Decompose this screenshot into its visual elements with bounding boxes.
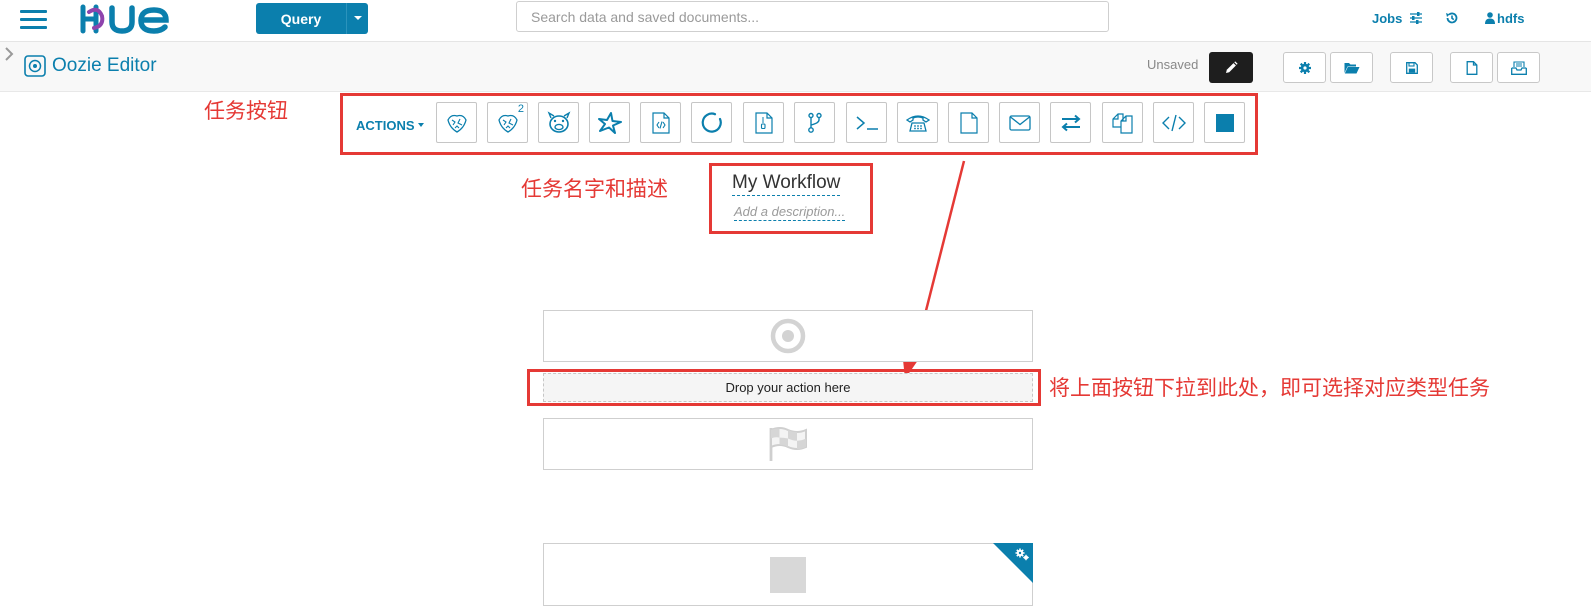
new-document-button[interactable] (1450, 52, 1493, 83)
save-status: Unsaved (1147, 57, 1199, 72)
action-hive[interactable] (436, 102, 477, 143)
inbox-upload-icon (1510, 60, 1527, 75)
start-node[interactable] (543, 310, 1033, 362)
hive-icon (446, 114, 467, 133)
search-input[interactable] (516, 1, 1109, 32)
terminal-icon (856, 115, 878, 130)
workflow-description-field[interactable]: Add a description... (734, 204, 846, 221)
action-subworkflow[interactable] (691, 102, 732, 143)
annotation-name-description: 任务名字和描述 (521, 177, 668, 201)
action-java[interactable] (640, 102, 681, 143)
hive2-icon (497, 114, 518, 133)
settings-button[interactable] (1283, 52, 1326, 83)
hue-logo[interactable] (80, 2, 180, 36)
action-hive2[interactable]: 2 (487, 102, 528, 143)
action-email[interactable] (999, 102, 1040, 143)
edit-button[interactable] (1209, 52, 1253, 83)
pencil-icon (1226, 60, 1238, 73)
action-pig[interactable] (538, 102, 579, 143)
floppy-disk-icon (1405, 61, 1418, 74)
phone-icon (905, 114, 930, 132)
caret-down-icon[interactable] (418, 123, 424, 127)
user-menu[interactable]: hdfs (1497, 11, 1524, 26)
copy-files-icon (1111, 112, 1133, 134)
page-title: Oozie Editor (52, 55, 157, 76)
action-distcp[interactable] (1102, 102, 1143, 143)
spark-icon (597, 111, 622, 134)
action-fork[interactable] (794, 102, 835, 143)
envelope-icon (1008, 114, 1031, 131)
chevron-right-icon[interactable] (4, 47, 14, 61)
start-target-icon (770, 318, 806, 354)
file-icon (1466, 60, 1477, 75)
action-sqoop[interactable] (743, 102, 784, 143)
subworkflow-icon (701, 112, 722, 133)
hamburger-menu-icon[interactable] (20, 9, 48, 31)
hive2-superscript: 2 (517, 103, 524, 115)
code-fork-icon (807, 112, 822, 133)
jobs-link[interactable]: Jobs (1372, 11, 1402, 26)
action-shell[interactable] (846, 102, 887, 143)
action-dropzone[interactable]: Drop your action here (543, 373, 1033, 402)
exchange-arrows-icon (1060, 114, 1081, 131)
action-hdfs-fs[interactable] (948, 102, 989, 143)
kill-node[interactable] (543, 543, 1033, 606)
import-button[interactable] (1497, 52, 1540, 83)
stop-square-icon (1215, 113, 1234, 132)
sliders-icon[interactable] (1410, 12, 1422, 24)
sqoop-file-icon (754, 111, 773, 134)
node-settings-corner[interactable] (993, 543, 1033, 583)
history-icon[interactable] (1445, 11, 1459, 25)
top-navbar: Query Jobs hdfs (0, 0, 1591, 42)
kill-square-icon (770, 556, 806, 593)
java-file-icon (651, 111, 670, 134)
pig-icon (547, 110, 570, 133)
query-dropdown-caret[interactable] (346, 3, 368, 34)
actions-dropdown[interactable]: ACTIONS (356, 118, 415, 133)
save-button[interactable] (1390, 52, 1433, 83)
open-button[interactable] (1330, 52, 1373, 83)
action-kill[interactable] (1204, 102, 1245, 143)
action-generic[interactable] (1153, 102, 1194, 143)
end-node[interactable] (543, 418, 1033, 470)
query-button[interactable]: Query (256, 3, 346, 34)
checkered-flag-icon (769, 427, 807, 461)
oozie-editor-icon (24, 55, 46, 77)
gear-icon (1298, 61, 1311, 74)
code-icon (1161, 114, 1186, 131)
action-ssh[interactable] (897, 102, 938, 143)
file-icon (959, 111, 978, 134)
action-spark[interactable] (589, 102, 630, 143)
annotation-drop-hint: 将上面按钮下拉到此处，即可选择对应类型任务 (1049, 376, 1490, 400)
folder-open-icon (1344, 62, 1359, 73)
workflow-name-field[interactable]: My Workflow (732, 172, 841, 196)
user-icon[interactable] (1485, 12, 1495, 24)
annotation-action-buttons: 任务按钮 (204, 99, 288, 123)
action-streaming[interactable] (1050, 102, 1091, 143)
